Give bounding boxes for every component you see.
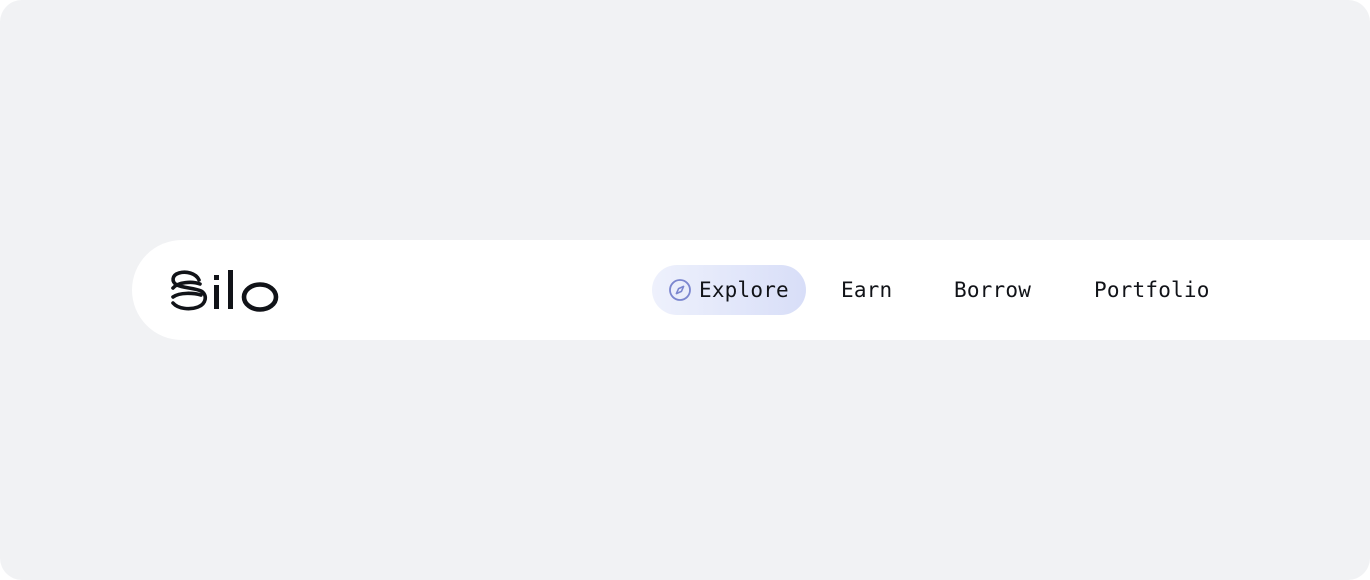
page-canvas: Explore Earn Borrow Portfolio — [0, 0, 1370, 580]
nav-item-label: Borrow — [954, 278, 1032, 302]
silo-logo — [171, 270, 279, 312]
nav-item-portfolio[interactable]: Portfolio — [1094, 265, 1210, 315]
compass-icon — [669, 279, 691, 301]
nav-item-label: Explore — [699, 278, 789, 302]
nav-item-label: Portfolio — [1094, 278, 1210, 302]
top-navbar: Explore Earn Borrow Portfolio — [132, 240, 1370, 340]
nav-item-label: Earn — [841, 278, 893, 302]
nav-item-borrow[interactable]: Borrow — [954, 265, 1031, 315]
nav-item-explore[interactable]: Explore — [652, 265, 806, 315]
nav-item-earn[interactable]: Earn — [841, 265, 892, 315]
